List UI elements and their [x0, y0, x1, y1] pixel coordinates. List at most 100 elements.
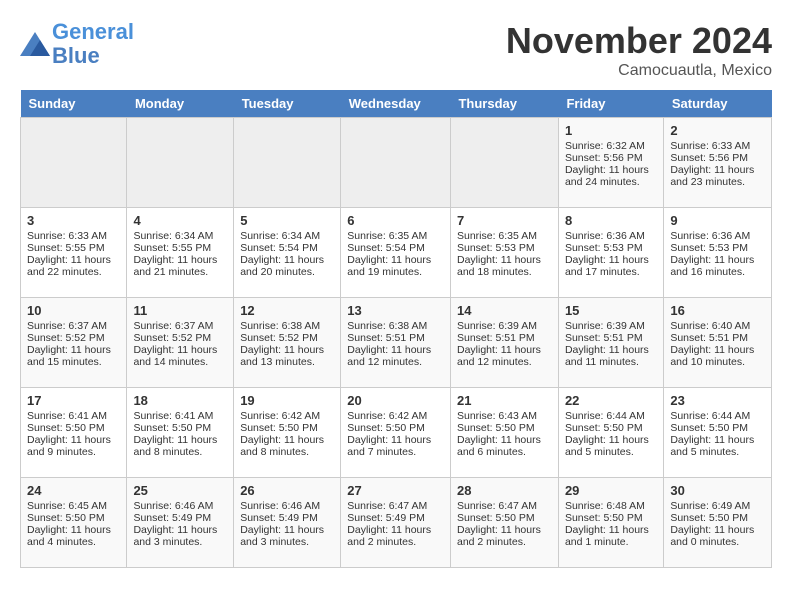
day-info: and 20 minutes. [240, 266, 334, 278]
day-info: Sunset: 5:49 PM [347, 512, 444, 524]
day-info: Sunrise: 6:36 AM [670, 230, 765, 242]
day-number: 29 [565, 483, 657, 498]
day-info: Sunset: 5:51 PM [670, 332, 765, 344]
day-info: Daylight: 11 hours [565, 164, 657, 176]
day-number: 28 [457, 483, 552, 498]
day-number: 9 [670, 213, 765, 228]
day-info: Daylight: 11 hours [133, 344, 227, 356]
calendar-cell: 11Sunrise: 6:37 AMSunset: 5:52 PMDayligh… [127, 298, 234, 388]
day-info: Sunrise: 6:35 AM [347, 230, 444, 242]
day-info: Sunset: 5:50 PM [27, 422, 120, 434]
day-info: and 2 minutes. [347, 536, 444, 548]
day-info: Sunset: 5:50 PM [457, 422, 552, 434]
day-info: Sunrise: 6:39 AM [565, 320, 657, 332]
month-title: November 2024 [506, 20, 772, 62]
calendar-cell: 17Sunrise: 6:41 AMSunset: 5:50 PMDayligh… [21, 388, 127, 478]
calendar-cell: 4Sunrise: 6:34 AMSunset: 5:55 PMDaylight… [127, 208, 234, 298]
day-info: and 24 minutes. [565, 176, 657, 188]
day-info: Sunset: 5:56 PM [565, 152, 657, 164]
day-info: Sunset: 5:55 PM [27, 242, 120, 254]
title-block: November 2024 Camocuautla, Mexico [506, 20, 772, 80]
day-info: Sunrise: 6:43 AM [457, 410, 552, 422]
day-number: 26 [240, 483, 334, 498]
day-info: and 3 minutes. [240, 536, 334, 548]
calendar-cell: 5Sunrise: 6:34 AMSunset: 5:54 PMDaylight… [234, 208, 341, 298]
calendar-cell: 13Sunrise: 6:38 AMSunset: 5:51 PMDayligh… [341, 298, 451, 388]
calendar-cell: 12Sunrise: 6:38 AMSunset: 5:52 PMDayligh… [234, 298, 341, 388]
calendar-cell: 19Sunrise: 6:42 AMSunset: 5:50 PMDayligh… [234, 388, 341, 478]
day-info: Daylight: 11 hours [347, 254, 444, 266]
calendar-body: 1Sunrise: 6:32 AMSunset: 5:56 PMDaylight… [21, 118, 772, 568]
day-info: and 8 minutes. [240, 446, 334, 458]
day-info: Sunset: 5:52 PM [27, 332, 120, 344]
calendar-cell: 20Sunrise: 6:42 AMSunset: 5:50 PMDayligh… [341, 388, 451, 478]
week-row-1: 1Sunrise: 6:32 AMSunset: 5:56 PMDaylight… [21, 118, 772, 208]
day-info: and 5 minutes. [565, 446, 657, 458]
day-info: Sunrise: 6:44 AM [565, 410, 657, 422]
day-info: and 18 minutes. [457, 266, 552, 278]
day-info: Sunrise: 6:42 AM [347, 410, 444, 422]
day-number: 19 [240, 393, 334, 408]
logo-general: General [52, 19, 134, 44]
day-info: and 2 minutes. [457, 536, 552, 548]
day-info: Daylight: 11 hours [457, 434, 552, 446]
day-info: Daylight: 11 hours [565, 254, 657, 266]
calendar-cell: 22Sunrise: 6:44 AMSunset: 5:50 PMDayligh… [558, 388, 663, 478]
day-number: 14 [457, 303, 552, 318]
weekday-row: SundayMondayTuesdayWednesdayThursdayFrid… [21, 90, 772, 118]
day-info: and 10 minutes. [670, 356, 765, 368]
calendar-cell: 6Sunrise: 6:35 AMSunset: 5:54 PMDaylight… [341, 208, 451, 298]
day-info: Daylight: 11 hours [457, 524, 552, 536]
day-info: Sunset: 5:54 PM [240, 242, 334, 254]
calendar-cell [127, 118, 234, 208]
logo-blue: Blue [52, 43, 100, 68]
day-info: Sunrise: 6:47 AM [457, 500, 552, 512]
day-info: Sunset: 5:53 PM [565, 242, 657, 254]
day-info: and 14 minutes. [133, 356, 227, 368]
day-number: 4 [133, 213, 227, 228]
day-info: and 4 minutes. [27, 536, 120, 548]
calendar-cell: 27Sunrise: 6:47 AMSunset: 5:49 PMDayligh… [341, 478, 451, 568]
day-info: Daylight: 11 hours [240, 524, 334, 536]
day-info: Daylight: 11 hours [347, 344, 444, 356]
day-info: and 12 minutes. [457, 356, 552, 368]
day-number: 1 [565, 123, 657, 138]
day-number: 3 [27, 213, 120, 228]
day-info: Sunrise: 6:33 AM [670, 140, 765, 152]
day-info: Daylight: 11 hours [670, 434, 765, 446]
day-number: 17 [27, 393, 120, 408]
day-info: Daylight: 11 hours [240, 344, 334, 356]
day-info: Daylight: 11 hours [240, 434, 334, 446]
day-number: 13 [347, 303, 444, 318]
day-info: Sunrise: 6:41 AM [133, 410, 227, 422]
day-info: Sunrise: 6:37 AM [27, 320, 120, 332]
day-info: Daylight: 11 hours [670, 524, 765, 536]
day-info: Sunset: 5:50 PM [565, 512, 657, 524]
calendar-cell: 21Sunrise: 6:43 AMSunset: 5:50 PMDayligh… [450, 388, 558, 478]
day-info: Sunset: 5:50 PM [457, 512, 552, 524]
day-info: and 8 minutes. [133, 446, 227, 458]
day-info: Daylight: 11 hours [670, 254, 765, 266]
day-info: and 12 minutes. [347, 356, 444, 368]
calendar-cell: 25Sunrise: 6:46 AMSunset: 5:49 PMDayligh… [127, 478, 234, 568]
day-info: Sunrise: 6:34 AM [133, 230, 227, 242]
day-info: Sunrise: 6:37 AM [133, 320, 227, 332]
day-info: Sunrise: 6:40 AM [670, 320, 765, 332]
day-info: and 5 minutes. [670, 446, 765, 458]
day-info: Sunset: 5:52 PM [240, 332, 334, 344]
calendar-cell: 7Sunrise: 6:35 AMSunset: 5:53 PMDaylight… [450, 208, 558, 298]
weekday-header-friday: Friday [558, 90, 663, 118]
day-info: Sunrise: 6:32 AM [565, 140, 657, 152]
day-info: Sunrise: 6:42 AM [240, 410, 334, 422]
day-info: Daylight: 11 hours [670, 164, 765, 176]
weekday-header-monday: Monday [127, 90, 234, 118]
day-info: and 15 minutes. [27, 356, 120, 368]
day-number: 5 [240, 213, 334, 228]
day-number: 2 [670, 123, 765, 138]
logo-icon [20, 32, 50, 56]
day-info: Daylight: 11 hours [670, 344, 765, 356]
day-info: Sunrise: 6:34 AM [240, 230, 334, 242]
calendar-cell: 3Sunrise: 6:33 AMSunset: 5:55 PMDaylight… [21, 208, 127, 298]
page-header: General Blue November 2024 Camocuautla, … [20, 20, 772, 80]
day-info: Sunset: 5:51 PM [347, 332, 444, 344]
